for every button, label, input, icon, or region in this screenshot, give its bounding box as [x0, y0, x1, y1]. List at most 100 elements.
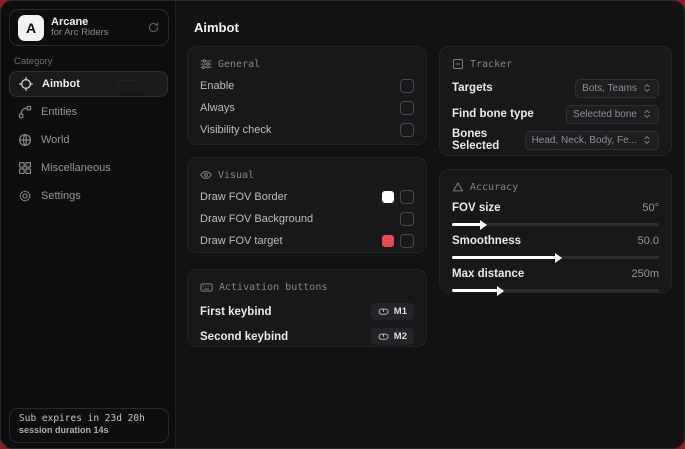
dropdown-value: Bots, Teams — [582, 83, 637, 94]
max-distance-slider[interactable] — [452, 289, 659, 292]
section-visual: Visual Draw FOV Border Draw FOV Backgrou… — [187, 157, 427, 253]
sidebar-item-label: World — [41, 134, 70, 146]
section-visual-header: Visual — [200, 169, 414, 181]
brand-logo: A — [18, 15, 44, 41]
aimbot-hint-badge — [117, 80, 143, 90]
keybind-value: M2 — [394, 331, 407, 342]
smoothness-slider[interactable] — [452, 256, 659, 259]
setting-row-targets: Targets Bots, Teams — [452, 75, 659, 101]
sidebar-item-label: Entities — [41, 106, 77, 118]
cursor-pointer-icon — [0, 438, 12, 449]
setting-row-always: Always — [200, 97, 414, 119]
targets-dropdown[interactable]: Bots, Teams — [575, 79, 659, 98]
section-general: General Enable Always Visibility check — [187, 46, 427, 145]
visibility-check-checkbox[interactable] — [400, 123, 414, 137]
setting-row-second-keybind: Second keybind M2 — [200, 324, 414, 349]
entities-icon — [18, 105, 32, 119]
setting-group-fov-size: FOV size 50° — [452, 200, 659, 226]
setting-label: Enable — [200, 80, 234, 92]
slider-fill[interactable] — [452, 289, 498, 292]
crosshair-icon — [19, 77, 33, 91]
setting-label: Targets — [452, 82, 493, 94]
always-checkbox[interactable] — [400, 101, 414, 115]
section-accuracy: Accuracy FOV size 50° Smoothness 50.0 — [439, 169, 672, 293]
fov-target-color-swatch[interactable] — [382, 235, 394, 247]
section-tracker: Tracker Targets Bots, Teams Find — [439, 46, 672, 156]
eye-icon — [200, 169, 212, 181]
section-title: General — [218, 59, 260, 70]
dropdown-value: Head, Neck, Body, Fe... — [532, 135, 637, 146]
section-activation-buttons: Activation buttons First keybind M1 — [187, 269, 427, 347]
setting-row-fov-background: Draw FOV Background — [200, 208, 414, 230]
sub-expiry-text: Sub expires in 23d 20h — [19, 413, 159, 424]
setting-row-fov-target: Draw FOV target — [200, 230, 414, 252]
first-keybind-button[interactable]: M1 — [371, 303, 414, 320]
brand-subtitle: for Arc Riders — [51, 28, 140, 39]
mouse-icon — [378, 306, 389, 317]
sidebar-item-label: Miscellaneous — [41, 162, 111, 174]
section-title: Tracker — [470, 59, 512, 70]
fov-size-value: 50° — [642, 202, 659, 214]
chevrons-up-down-icon — [642, 83, 652, 93]
setting-label: FOV size — [452, 202, 501, 214]
chevrons-up-down-icon — [642, 135, 652, 145]
slider-fill[interactable] — [452, 256, 556, 259]
chevrons-up-down-icon — [642, 109, 652, 119]
section-general-header: General — [200, 58, 414, 70]
find-bone-type-dropdown[interactable]: Selected bone — [566, 105, 659, 124]
dropdown-value: Selected bone — [573, 109, 637, 120]
sidebar-item-label: Settings — [41, 190, 81, 202]
setting-label: Draw FOV target — [200, 235, 283, 247]
slider-fill[interactable] — [452, 223, 481, 226]
sidebar-item-entities[interactable]: Entities — [9, 99, 168, 125]
setting-label: Bones Selected — [452, 128, 525, 152]
sidebar-item-world[interactable]: World — [9, 127, 168, 153]
section-accuracy-header: Accuracy — [452, 181, 659, 193]
setting-label: Smoothness — [452, 235, 521, 247]
setting-row-enable: Enable — [200, 75, 414, 97]
second-keybind-button[interactable]: M2 — [371, 328, 414, 345]
keyboard-icon — [200, 281, 213, 294]
brand-text: Arcane for Arc Riders — [51, 16, 140, 40]
setting-label: Max distance — [452, 268, 524, 280]
section-title: Visual — [218, 170, 254, 181]
scan-icon — [452, 58, 464, 70]
section-tracker-header: Tracker — [452, 58, 659, 70]
setting-row-find-bone-type: Find bone type Selected bone — [452, 101, 659, 127]
sidebar-menu: Aimbot Entities World — [9, 71, 168, 211]
brand-card: A Arcane for Arc Riders — [9, 9, 169, 46]
fov-background-checkbox[interactable] — [400, 212, 414, 226]
sliders-icon — [200, 58, 212, 70]
fov-size-slider[interactable] — [452, 223, 659, 226]
grid-icon — [18, 161, 32, 175]
enable-checkbox[interactable] — [400, 79, 414, 93]
setting-label: Visibility check — [200, 124, 271, 136]
setting-row-first-keybind: First keybind M1 — [200, 299, 414, 324]
sidebar-item-settings[interactable]: Settings — [9, 183, 168, 209]
setting-label: Always — [200, 102, 235, 114]
sidebar-item-aimbot[interactable]: Aimbot — [9, 71, 168, 97]
triangle-icon — [452, 181, 464, 193]
setting-label: Draw FOV Border — [200, 191, 287, 203]
smoothness-value: 50.0 — [638, 235, 659, 247]
max-distance-value: 250m — [631, 268, 659, 280]
setting-label: First keybind — [200, 306, 272, 318]
setting-group-max-distance: Max distance 250m — [452, 266, 659, 292]
fov-border-checkbox[interactable] — [400, 190, 414, 204]
category-label: Category — [14, 56, 53, 67]
fov-border-color-swatch[interactable] — [382, 191, 394, 203]
session-duration-text: session duration 14s — [19, 425, 159, 435]
setting-row-visibility-check: Visibility check — [200, 119, 414, 141]
bones-selected-dropdown[interactable]: Head, Neck, Body, Fe... — [525, 131, 659, 150]
setting-label: Find bone type — [452, 108, 534, 120]
sidebar-item-miscellaneous[interactable]: Miscellaneous — [9, 155, 168, 181]
setting-row-fov-border: Draw FOV Border — [200, 186, 414, 208]
section-title: Accuracy — [470, 182, 518, 193]
refresh-icon[interactable] — [147, 21, 160, 34]
setting-label: Second keybind — [200, 331, 288, 343]
sidebar: A Arcane for Arc Riders Category Aimbot — [1, 1, 176, 448]
fov-target-checkbox[interactable] — [400, 234, 414, 248]
page-title: Aimbot — [194, 20, 239, 35]
gear-icon — [18, 189, 32, 203]
section-activation-header: Activation buttons — [200, 281, 414, 294]
